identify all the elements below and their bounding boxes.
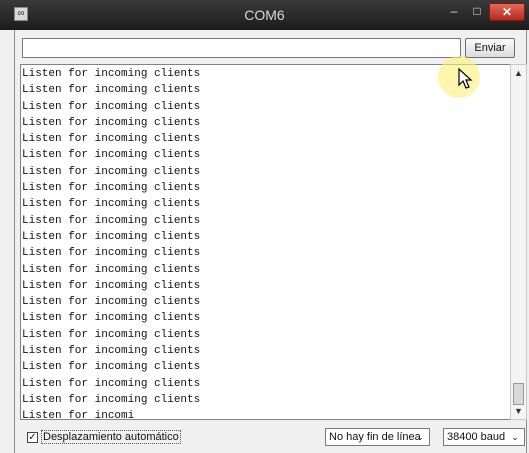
output-line: Listen for incoming clients	[22, 68, 201, 80]
autoscroll-checkbox[interactable]: ✓	[27, 431, 38, 443]
minimize-button[interactable]: –	[443, 3, 465, 21]
output-line: Listen for incoming clients	[22, 377, 201, 390]
output-line: Listen for incoming clients	[22, 345, 201, 358]
title-bar[interactable]: ∞ COM6 – □ ✕	[0, 0, 529, 30]
chevron-up-icon[interactable]: ▲	[511, 66, 526, 80]
output-line: Listen for incoming clients	[22, 263, 201, 276]
output-line: Listen for incoming clients	[22, 247, 201, 260]
close-button[interactable]: ✕	[489, 3, 525, 21]
line-ending-select[interactable]: No hay fin de línea ⌄	[325, 428, 430, 446]
output-line: Listen for incoming clients	[22, 361, 201, 374]
baud-rate-select[interactable]: 38400 baud ⌄	[443, 428, 525, 446]
send-input[interactable]	[22, 38, 461, 58]
mouse-pointer-icon	[458, 68, 473, 89]
output-line: Listen for incoming clients	[22, 312, 201, 325]
output-line: Listen for incoming clients	[22, 182, 201, 195]
maximize-button[interactable]: □	[466, 3, 488, 21]
output-line: Listen for incomi	[22, 410, 135, 420]
output-line: Listen for incoming clients	[22, 296, 201, 309]
autoscroll-label: Desplazamiento automático	[41, 430, 181, 444]
serial-output[interactable]: Listen for incoming clients Listen for in…	[20, 64, 511, 420]
output-line: Listen for incoming clients	[22, 214, 201, 227]
line-ending-value: No hay fin de línea	[329, 431, 421, 443]
chevron-down-icon: ⌄	[416, 432, 424, 442]
chevron-down-icon[interactable]: ▼	[511, 404, 526, 418]
output-line: Listen for incoming clients	[22, 165, 201, 178]
chevron-down-icon: ⌄	[511, 432, 519, 442]
serial-monitor-window: ∞ COM6 – □ ✕ Enviar Listen for incoming …	[0, 0, 529, 453]
vertical-scrollbar[interactable]: ▲ ▼	[510, 64, 527, 420]
output-line: Listen for incoming clients	[22, 230, 201, 243]
output-line: Listen for incoming clients	[22, 393, 201, 406]
output-line: Listen for incoming clients	[22, 100, 201, 113]
status-bar: ✓ Desplazamiento automático No hay fin d…	[14, 424, 527, 448]
output-line: Listen for incoming clients	[22, 328, 201, 341]
output-line: Listen for incoming clients	[22, 149, 201, 162]
output-lines: Listen for incoming clients Listen for in…	[22, 66, 201, 420]
output-line: Listen for incoming clients	[22, 279, 201, 292]
baud-rate-value: 38400 baud	[447, 431, 506, 443]
scrollbar-thumb[interactable]	[513, 383, 524, 405]
send-button[interactable]: Enviar	[465, 38, 515, 58]
output-line: Listen for incoming clients	[22, 133, 201, 146]
output-line: Listen for incoming clients	[22, 84, 201, 97]
output-line: Listen for incoming clients	[22, 198, 201, 211]
output-line: Listen for incoming clients	[22, 116, 201, 129]
autoscroll-toggle[interactable]: ✓ Desplazamiento automático	[27, 429, 181, 445]
